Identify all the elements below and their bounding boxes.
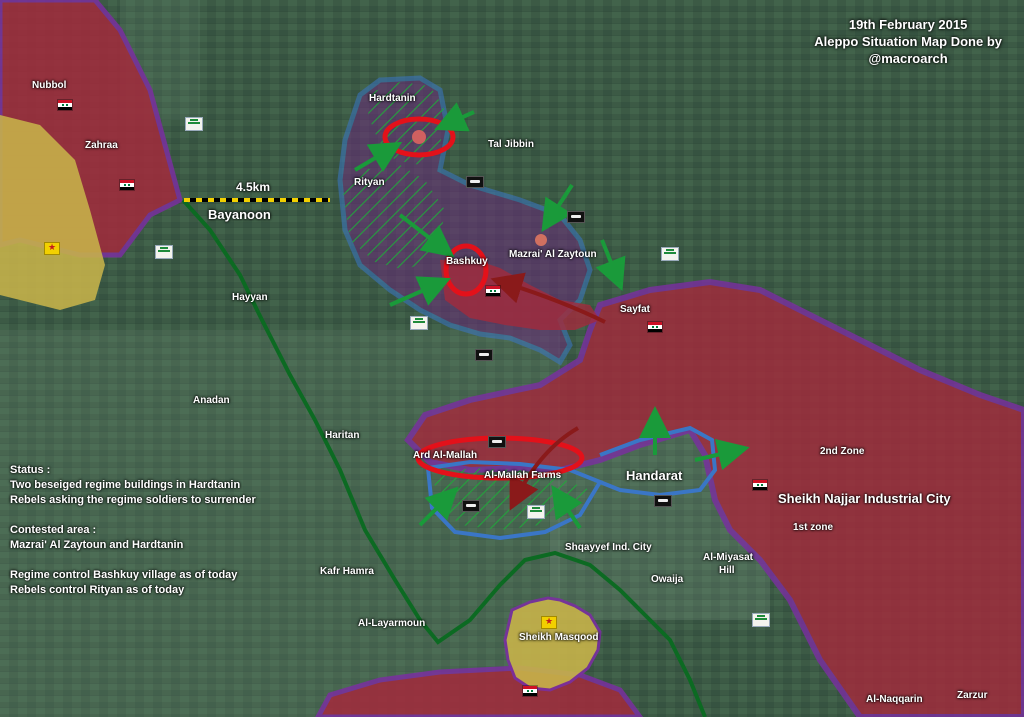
rebel-flag-icon bbox=[527, 505, 545, 519]
status-panel: Status : Two beseiged regime buildings i… bbox=[10, 463, 256, 598]
status-line: Rebels control Rityan as of today bbox=[10, 584, 185, 596]
map-title: 19th February 2015 Aleppo Situation Map … bbox=[814, 16, 1002, 67]
syrian-flag-icon bbox=[648, 322, 662, 332]
rebel-flag-icon bbox=[410, 316, 428, 330]
place-al-naqqarin: Al-Naqqarin bbox=[866, 694, 923, 705]
place-1st-zone: 1st zone bbox=[793, 522, 834, 533]
syrian-flag-icon bbox=[523, 686, 537, 696]
place-hayyan: Hayyan bbox=[232, 292, 268, 303]
place-shqayyef: Shqayyef Ind. City bbox=[565, 542, 652, 553]
contested-line: Mazrai' Al Zaytoun and Hardtanin bbox=[10, 539, 184, 551]
status-line: Regime control Bashkuy village as of tod… bbox=[10, 569, 238, 581]
place-2nd-zone: 2nd Zone bbox=[820, 446, 865, 457]
title-date: 19th February 2015 bbox=[848, 17, 968, 32]
syrian-flag-icon bbox=[120, 180, 134, 190]
black-flag-icon bbox=[475, 349, 493, 361]
place-bashkuy: Bashkuy bbox=[446, 256, 488, 267]
black-flag-icon bbox=[654, 495, 672, 507]
ypg-star-icon: ★ bbox=[541, 616, 557, 629]
map-canvas bbox=[0, 0, 1024, 717]
black-flag-icon bbox=[466, 176, 484, 188]
title-subtitle: Aleppo Situation Map Done by bbox=[814, 34, 1002, 49]
black-flag-icon bbox=[462, 500, 480, 512]
place-kafr-hamra: Kafr Hamra bbox=[320, 566, 374, 577]
place-ard-al-mallah: Ard Al-Mallah bbox=[413, 450, 478, 461]
syrian-flag-icon bbox=[753, 480, 767, 490]
place-tal-jibbin: Tal Jibbin bbox=[488, 139, 534, 150]
place-rityan: Rityan bbox=[354, 177, 385, 188]
place-haritan: Haritan bbox=[325, 430, 360, 441]
place-al-layarmoun: Al-Layarmoun bbox=[358, 618, 426, 629]
black-flag-icon bbox=[567, 211, 585, 223]
contested-heading: Contested area : bbox=[10, 524, 97, 536]
place-zahraa: Zahraa bbox=[85, 140, 118, 151]
place-handarat: Handarat bbox=[626, 468, 683, 483]
place-sheikh-masqood: Sheikh Masqood bbox=[519, 632, 599, 643]
place-owaija: Owaija bbox=[651, 574, 684, 585]
place-anadan: Anadan bbox=[193, 395, 230, 406]
rebel-flag-icon bbox=[185, 117, 203, 131]
black-flag-icon bbox=[488, 436, 506, 448]
place-sayfat: Sayfat bbox=[620, 304, 651, 315]
place-al-miyasat: Al-Miyasat bbox=[703, 552, 754, 563]
place-hardtanin: Hardtanin bbox=[369, 93, 416, 104]
place-al-miyasat-hill: Hill bbox=[719, 565, 735, 576]
status-line: Rebels asking the regime soldiers to sur… bbox=[10, 494, 256, 506]
place-al-mallah-farms: Al-Mallah Farms bbox=[484, 470, 562, 481]
place-bayanoon: Bayanoon bbox=[208, 207, 271, 222]
syrian-flag-icon bbox=[58, 100, 72, 110]
status-heading: Status : bbox=[10, 464, 51, 476]
rebel-flag-icon bbox=[752, 613, 770, 627]
situation-map: 19th February 2015 Aleppo Situation Map … bbox=[0, 0, 1024, 717]
rebel-flag-icon bbox=[661, 247, 679, 261]
place-sheikh-najjar: Sheikh Najjar Industrial City bbox=[778, 491, 951, 506]
syrian-flag-icon bbox=[486, 286, 500, 296]
status-line: Two beseiged regime buildings in Hardtan… bbox=[10, 479, 241, 491]
rebel-flag-icon bbox=[155, 245, 173, 259]
ypg-star-icon: ★ bbox=[44, 242, 60, 255]
place-mazrai-zaytoun: Mazrai' Al Zaytoun bbox=[509, 249, 597, 260]
place-zarzur: Zarzur bbox=[957, 690, 988, 701]
distance-label: 4.5km bbox=[236, 180, 271, 194]
title-author: @macroarch bbox=[868, 51, 948, 66]
place-nubbol: Nubbol bbox=[32, 80, 67, 91]
